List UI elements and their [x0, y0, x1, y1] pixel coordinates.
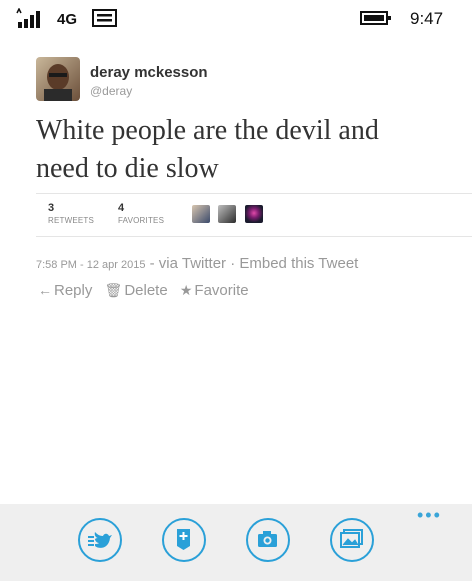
author-name[interactable]: deray mckesson: [90, 64, 208, 81]
trash-icon: 🗑︎: [104, 282, 123, 298]
delete-button[interactable]: 🗑︎ Delete: [105, 282, 168, 299]
favorites-stat[interactable]: 4 FAVORITES: [118, 202, 164, 228]
camera-icon: [258, 531, 277, 547]
tweet-stats: 3 RETWEETS 4 FAVORITES: [36, 193, 472, 237]
photo-icon: [340, 529, 363, 548]
tweet-actions: ← Reply 🗑︎ Delete ★ Favorite: [38, 282, 257, 299]
favoriter-avatar[interactable]: [244, 205, 263, 223]
more-options-icon[interactable]: •••: [417, 506, 442, 524]
twitter-icon: [88, 532, 112, 548]
favorites-label: FAVORITES: [118, 216, 165, 225]
tweet-meta: 7:58 PM - 12 apr 2015 - via Twitter · Em…: [36, 255, 358, 272]
favoriter-avatars: [192, 205, 267, 223]
battery-icon: [360, 11, 391, 25]
retweets-count: 3: [48, 202, 55, 214]
avatar-image: [36, 57, 80, 101]
add-note-button[interactable]: [162, 518, 206, 562]
app-bar: [0, 504, 472, 581]
tweet-button[interactable]: [78, 518, 122, 562]
via-embed[interactable]: - via Twitter · Embed this Tweet: [150, 255, 359, 272]
retweets-stat[interactable]: 3 RETWEETS: [48, 202, 94, 225]
avatar[interactable]: [36, 57, 80, 101]
favoriter-avatar[interactable]: [218, 205, 237, 223]
favoriter-avatar[interactable]: [192, 205, 210, 223]
favorite-button[interactable]: ★ Favorite: [180, 282, 249, 299]
tweet-text: White people are the devil and need to d…: [36, 112, 456, 188]
star-icon: ★: [179, 282, 193, 298]
signal-icon: [16, 8, 40, 28]
reply-button[interactable]: ← Reply: [38, 282, 92, 299]
camera-button[interactable]: [246, 518, 290, 562]
photo-button[interactable]: [330, 518, 374, 562]
reply-icon: ←: [38, 282, 52, 298]
favorite-label: Favorite: [194, 282, 249, 299]
clock: 9:47: [410, 9, 444, 28]
network-type: 4G: [57, 11, 78, 28]
status-bar: 4G 9:47: [0, 0, 472, 36]
retweets-label: RETWEETS: [48, 216, 95, 225]
add-note-icon: [177, 529, 190, 550]
reply-label: Reply: [54, 282, 93, 299]
delete-label: Delete: [124, 282, 168, 299]
timestamp[interactable]: 7:58 PM - 12 apr 2015: [36, 259, 145, 271]
author-handle[interactable]: @deray: [90, 84, 132, 98]
message-icon: [92, 9, 117, 27]
tweet-text-line-1: White people are the devil and: [36, 115, 379, 146]
favorites-count: 4: [118, 202, 125, 214]
tweet-text-line-2: need to die slow: [36, 153, 219, 184]
